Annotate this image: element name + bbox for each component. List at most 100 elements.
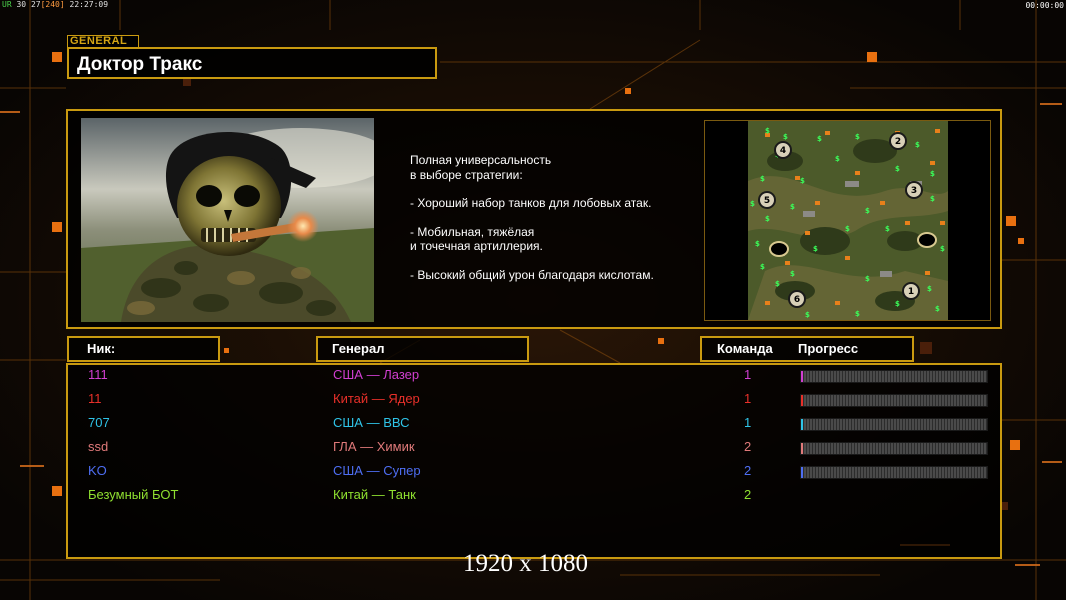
progress-bar	[800, 466, 988, 479]
description-line: - Хороший набор танков для лобовых атак.	[410, 196, 652, 210]
player-team: 2	[744, 439, 752, 454]
map-start-position: 1	[902, 282, 920, 300]
debug-clock: 22:27:09	[69, 0, 109, 9]
svg-text:$: $	[895, 300, 900, 308]
svg-text:$: $	[895, 165, 900, 173]
player-row: 111 США — Лазер 1	[68, 367, 1004, 389]
header-nick: Ник:	[67, 336, 220, 362]
player-list: 111 США — Лазер 1 11 Китай — Ядер 1 707 США — В…	[66, 363, 1002, 559]
map-start-position: 5	[758, 191, 776, 209]
svg-text:$: $	[855, 310, 860, 318]
player-row: KO США — Супер 2	[68, 463, 1004, 485]
description-line: и точечная артиллерия.	[410, 239, 543, 253]
svg-text:$: $	[927, 285, 932, 293]
svg-text:$: $	[790, 270, 795, 278]
svg-text:$: $	[845, 225, 850, 233]
header-team-progress: Команда Прогресс	[700, 336, 914, 362]
map-preview[interactable]: $$$ $$$ $$$ $$$ $$$ $$$ $$$ $$$ $$$ $$$ …	[704, 120, 991, 321]
player-team: 1	[744, 367, 752, 382]
progress-fill	[801, 467, 803, 478]
description-artillery: - Мобильная, тяжёлая и точечная артиллер…	[410, 225, 654, 254]
map-start-label: 6	[794, 295, 800, 305]
map-start-position: 3	[905, 181, 923, 199]
svg-text:$: $	[750, 200, 755, 208]
map-empty-slot	[917, 232, 937, 248]
player-row: 11 Китай — Ядер 1	[68, 391, 1004, 413]
player-nick: ssd	[88, 439, 109, 454]
description-line: в выборе стратегии:	[410, 167, 523, 182]
progress-bar	[800, 442, 988, 455]
svg-text:$: $	[817, 135, 822, 143]
player-general: США — ВВС	[333, 415, 410, 430]
player-team: 2	[744, 463, 752, 478]
map-start-label: 1	[908, 287, 914, 297]
map-start-label: 5	[764, 196, 770, 206]
map-start-label: 2	[895, 137, 901, 147]
svg-text:$: $	[765, 127, 770, 135]
debug-overlay: UR 30 27[240] 22:27:09	[2, 1, 108, 9]
player-team: 1	[744, 415, 752, 430]
general-description: Полная универсальность в выборе стратеги…	[410, 153, 654, 296]
progress-bar	[800, 370, 988, 383]
general-name: Доктор Тракс	[77, 54, 203, 75]
player-general: Китай — Танк	[333, 487, 416, 502]
svg-text:$: $	[755, 240, 760, 248]
description-line: - Высокий общий урон благодаря кислотам.	[410, 267, 654, 282]
svg-text:$: $	[855, 133, 860, 141]
map-start-label: 3	[911, 186, 917, 196]
description-tanks: - Хороший набор танков для лобовых атак.	[410, 196, 654, 211]
player-nick: 111	[88, 367, 108, 382]
player-team: 2	[744, 487, 752, 502]
player-nick: 707	[88, 415, 110, 430]
progress-fill	[801, 395, 803, 406]
description-line: Полная универсальность	[410, 153, 552, 167]
player-nick: 11	[88, 391, 102, 406]
svg-text:$: $	[805, 311, 810, 319]
debug-bracket: [240]	[40, 0, 65, 9]
map-start-position: 6	[788, 290, 806, 308]
svg-text:$: $	[813, 245, 818, 253]
map-start-label: 4	[780, 146, 786, 156]
progress-bar	[800, 418, 988, 431]
resolution-label: 1920 x 1080	[463, 550, 588, 577]
player-general: США — Супер	[333, 463, 421, 478]
player-row: 707 США — ВВС 1	[68, 415, 1004, 437]
debug-fps: 30	[16, 0, 27, 9]
progress-fill	[801, 371, 804, 382]
svg-text:$: $	[760, 175, 765, 183]
description-intro: Полная универсальность в выборе стратеги…	[410, 153, 654, 182]
svg-text:$: $	[760, 263, 765, 271]
svg-text:$: $	[940, 245, 945, 253]
player-row: Безумный БОТ Китай — Танк 2	[68, 487, 1004, 509]
header-nick-label: Ник:	[87, 341, 116, 356]
svg-text:$: $	[783, 133, 788, 141]
player-general: ГЛА — Химик	[333, 439, 415, 454]
progress-fill	[801, 443, 803, 454]
svg-text:$: $	[775, 280, 780, 288]
svg-text:$: $	[885, 225, 890, 233]
map-start-position: 2	[889, 132, 907, 150]
svg-text:$: $	[915, 141, 920, 149]
svg-text:$: $	[865, 275, 870, 283]
header-progress-label: Прогресс	[798, 341, 859, 356]
player-general: США — Лазер	[333, 367, 420, 382]
description-line: - Мобильная, тяжёлая	[410, 224, 535, 239]
svg-text:$: $	[790, 203, 795, 211]
header-team-label: Команда	[717, 341, 773, 356]
svg-text:$: $	[930, 195, 935, 203]
description-acid: - Высокий общий урон благодаря кислотам.	[410, 268, 654, 283]
progress-fill	[801, 419, 803, 430]
svg-text:$: $	[835, 155, 840, 163]
svg-text:$: $	[765, 215, 770, 223]
player-general: Китай — Ядер	[333, 391, 420, 406]
svg-text:$: $	[865, 207, 870, 215]
player-team: 1	[744, 391, 752, 406]
header-general-label: Генерал	[332, 341, 385, 356]
player-nick: KO	[88, 463, 107, 478]
map-empty-slot	[769, 241, 789, 257]
general-info-panel: Полная универсальность в выборе стратеги…	[66, 109, 1002, 329]
progress-bar	[800, 394, 988, 407]
map-start-position: 4	[774, 141, 792, 159]
header-general: Генерал	[316, 336, 529, 362]
svg-text:$: $	[930, 170, 935, 178]
